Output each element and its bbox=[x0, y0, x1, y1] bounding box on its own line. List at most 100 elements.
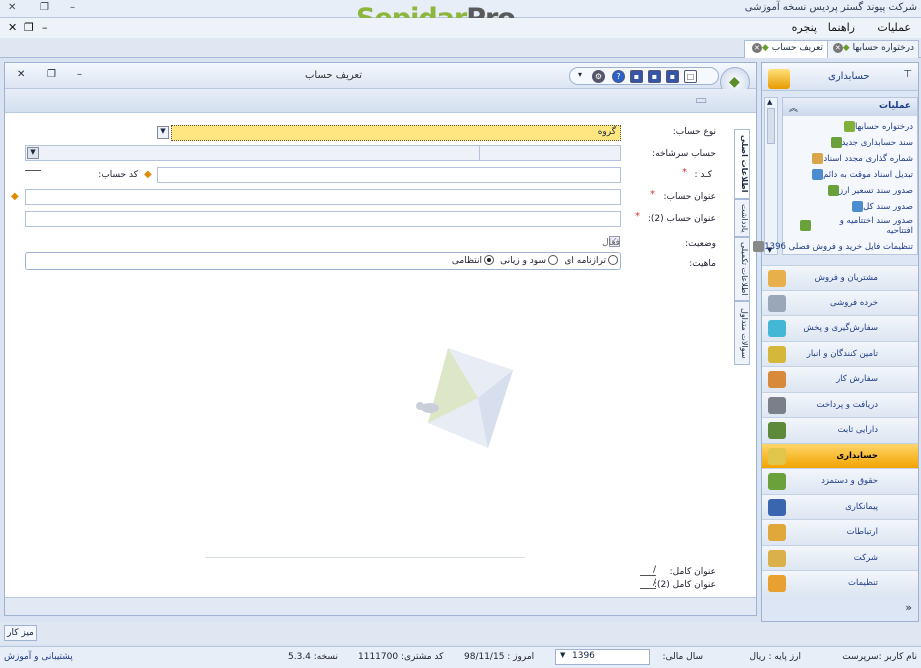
tab-main-info[interactable]: اطلاعات اصلی bbox=[734, 129, 750, 199]
dropdown-arrow-icon[interactable]: ▼ bbox=[560, 651, 565, 659]
status-version: نسخه: 5.3.4 bbox=[288, 652, 338, 662]
side-panel: حسابداری ⊤ ▲ ▼ عملیات ︽ درختواره حسابها … bbox=[753, 62, 919, 622]
desktop-button[interactable]: میز کار bbox=[4, 625, 37, 641]
save-new-icon[interactable]: ▪ bbox=[648, 70, 661, 83]
op-closing-voucher[interactable]: صدور سند اختتامیه و افتتاحیه bbox=[813, 216, 913, 236]
nature-balance-radio[interactable] bbox=[608, 255, 618, 265]
op-renumber[interactable]: شماره گذاری مجدد اسناد bbox=[809, 153, 913, 164]
form-header: ✕ ❐ – تعریف حساب ▾ ⚙ ? ▪ ▪ ▪ □ ◆ bbox=[5, 63, 756, 97]
nav-settings[interactable]: تنظیمات bbox=[762, 570, 918, 595]
pin-icon[interactable]: ⊤ bbox=[903, 69, 912, 80]
form-toolbar: ▾ ⚙ ? ▪ ▪ ▪ □ bbox=[569, 67, 719, 85]
status-user: نام کاربر :سرپرست bbox=[842, 652, 917, 662]
nature-disciplinary-radio[interactable] bbox=[484, 255, 494, 265]
operations-box: عملیات ︽ درختواره حسابها سند حسابداری جد… bbox=[753, 97, 918, 255]
status-base-currency: ارز پایه : ریال bbox=[749, 652, 801, 662]
nature-group: ترازنامه ای سود و زیانی انتظامی bbox=[25, 252, 621, 270]
account-code-value bbox=[25, 170, 41, 171]
nav-suppliers[interactable]: تامین کنندگان و انبار bbox=[762, 341, 918, 366]
support-link[interactable]: پشتیبانی و آموزش bbox=[4, 652, 73, 662]
nav-receipts-payments[interactable]: دریافت و پرداخت bbox=[762, 392, 918, 417]
save-close-icon[interactable]: ▪ bbox=[630, 70, 643, 83]
nav-contracting[interactable]: پیمانکاری bbox=[762, 494, 918, 519]
save-icon[interactable]: ▪ bbox=[666, 70, 679, 83]
account-title2-label: عنوان حساب (2): bbox=[647, 214, 716, 224]
scroll-up-icon[interactable]: ▲ bbox=[767, 98, 772, 106]
op-accounts-tree[interactable]: درختواره حسابها bbox=[841, 121, 913, 132]
warning-icon: ◆ bbox=[144, 169, 152, 180]
tab-notes[interactable]: یادداشت bbox=[734, 199, 750, 237]
taskbar bbox=[0, 622, 921, 644]
menu-operations[interactable]: عملیات bbox=[877, 21, 911, 34]
expand-icon[interactable]: » bbox=[905, 601, 912, 614]
mdi-restore-icon[interactable]: ❐ bbox=[24, 21, 34, 34]
status-fiscal-year-label: سال مالی: bbox=[662, 652, 703, 662]
scroll-thumb[interactable] bbox=[767, 108, 775, 144]
nav-retail[interactable]: خرده فروشی bbox=[762, 290, 918, 315]
restore-icon[interactable]: ❐ bbox=[40, 2, 49, 13]
active-label: فعال bbox=[602, 238, 620, 248]
mdi-minimize-icon[interactable]: – bbox=[42, 21, 48, 34]
watermark-logo bbox=[416, 348, 513, 448]
collapse-icon[interactable]: ︽ bbox=[789, 101, 798, 114]
minimize-icon[interactable]: – bbox=[70, 2, 75, 13]
vertical-tabs: اطلاعات اصلی یادداشت اطلاعات تکمیلی سوال… bbox=[734, 129, 750, 369]
nature-label: ماهیت: bbox=[689, 259, 716, 269]
nav-fixed-assets[interactable]: دارایی ثابت bbox=[762, 417, 918, 442]
tab-accounts-tree[interactable]: درختواره حسابها ◆✕ bbox=[824, 40, 919, 58]
nav-ordering[interactable]: سفارش‌گیری و پخش bbox=[762, 315, 918, 340]
parent-account-label: حساب سرشاخه: bbox=[652, 149, 716, 159]
nav-payroll[interactable]: حقوق و دستمزد bbox=[762, 468, 918, 493]
form-minimize-icon[interactable]: – bbox=[77, 69, 82, 80]
tab-extra-info[interactable]: اطلاعات تکمیلی bbox=[734, 237, 750, 301]
form-close-icon[interactable]: ✕ bbox=[17, 69, 25, 80]
parent-account-field[interactable] bbox=[25, 145, 481, 161]
op-seasonal-settings[interactable]: تنظیمات فایل خرید و فروش فصلی 1396 bbox=[750, 241, 913, 252]
nav-customers-sales[interactable]: مشتریان و فروش bbox=[762, 265, 918, 290]
account-title2-input[interactable] bbox=[25, 211, 621, 227]
op-exchange-voucher[interactable]: صدور سند تسعیر ارز bbox=[825, 185, 913, 196]
side-title: حسابداری bbox=[828, 71, 870, 82]
account-type-select[interactable]: گروه bbox=[171, 125, 621, 141]
dropdown-arrow-icon[interactable]: ▼ bbox=[27, 147, 39, 159]
fiscal-year-select[interactable]: ▼ 1396 bbox=[555, 649, 650, 665]
help-icon[interactable]: ? bbox=[612, 70, 625, 83]
nature-profitloss-radio[interactable] bbox=[548, 255, 558, 265]
mdi-close-icon[interactable]: ✕ bbox=[8, 21, 17, 34]
tools-icon[interactable]: ⚙ bbox=[592, 70, 605, 83]
menu-help[interactable]: راهنما bbox=[828, 21, 855, 34]
code-label: کـد : bbox=[694, 170, 712, 180]
tab-define-account[interactable]: تعریف حساب ◆✕ bbox=[743, 40, 828, 58]
account-title-label: عنوان حساب: bbox=[663, 192, 716, 202]
status-today: امروز : 98/11/15 bbox=[464, 652, 535, 662]
status-label: وضعیت: bbox=[685, 239, 716, 249]
close-icon[interactable]: ✕ bbox=[832, 43, 843, 53]
document-tabs: درختواره حسابها ◆✕ تعریف حساب ◆✕ bbox=[0, 38, 921, 58]
account-code-label: کد حساب: bbox=[98, 170, 138, 180]
closing-voucher-icon bbox=[800, 220, 811, 231]
folder-icon[interactable]: ▭ bbox=[695, 93, 707, 108]
op-new-voucher[interactable]: سند حسابداری جدید bbox=[828, 137, 913, 148]
op-convert-temp[interactable]: تبدیل اسناد موقت به دائم bbox=[809, 169, 913, 180]
menu-window[interactable]: پنجره bbox=[792, 21, 817, 34]
parent-account-code-field[interactable] bbox=[479, 145, 621, 161]
account-title-input[interactable] bbox=[25, 189, 621, 205]
new-document-icon[interactable]: □ bbox=[684, 70, 697, 83]
status-bar: نام کاربر :سرپرست ارز پایه : ریال سال ما… bbox=[0, 646, 921, 668]
form-restore-icon[interactable]: ❐ bbox=[47, 69, 56, 80]
ops-scrollbar[interactable]: ▲ ▼ bbox=[764, 97, 778, 255]
form-footer bbox=[5, 597, 756, 615]
form-subbar: ▭ bbox=[5, 89, 756, 113]
nav-company[interactable]: شرکت bbox=[762, 545, 918, 570]
nav-work-order[interactable]: سفارش کار bbox=[762, 366, 918, 391]
toolbar-menu-arrow-icon[interactable]: ▾ bbox=[578, 70, 582, 79]
dropdown-arrow-icon[interactable]: ▼ bbox=[157, 126, 169, 139]
code-input[interactable] bbox=[157, 167, 621, 183]
nav-accounting[interactable]: حسابداری bbox=[762, 443, 918, 468]
close-icon[interactable]: ✕ bbox=[751, 43, 762, 53]
close-icon[interactable]: ✕ bbox=[8, 2, 16, 13]
op-general-voucher[interactable]: صدور سند کل bbox=[849, 201, 913, 212]
nav-communications[interactable]: ارتباطات bbox=[762, 519, 918, 544]
required-icon: * bbox=[650, 189, 655, 200]
tab-faq[interactable]: سوالات متداول bbox=[734, 301, 750, 365]
